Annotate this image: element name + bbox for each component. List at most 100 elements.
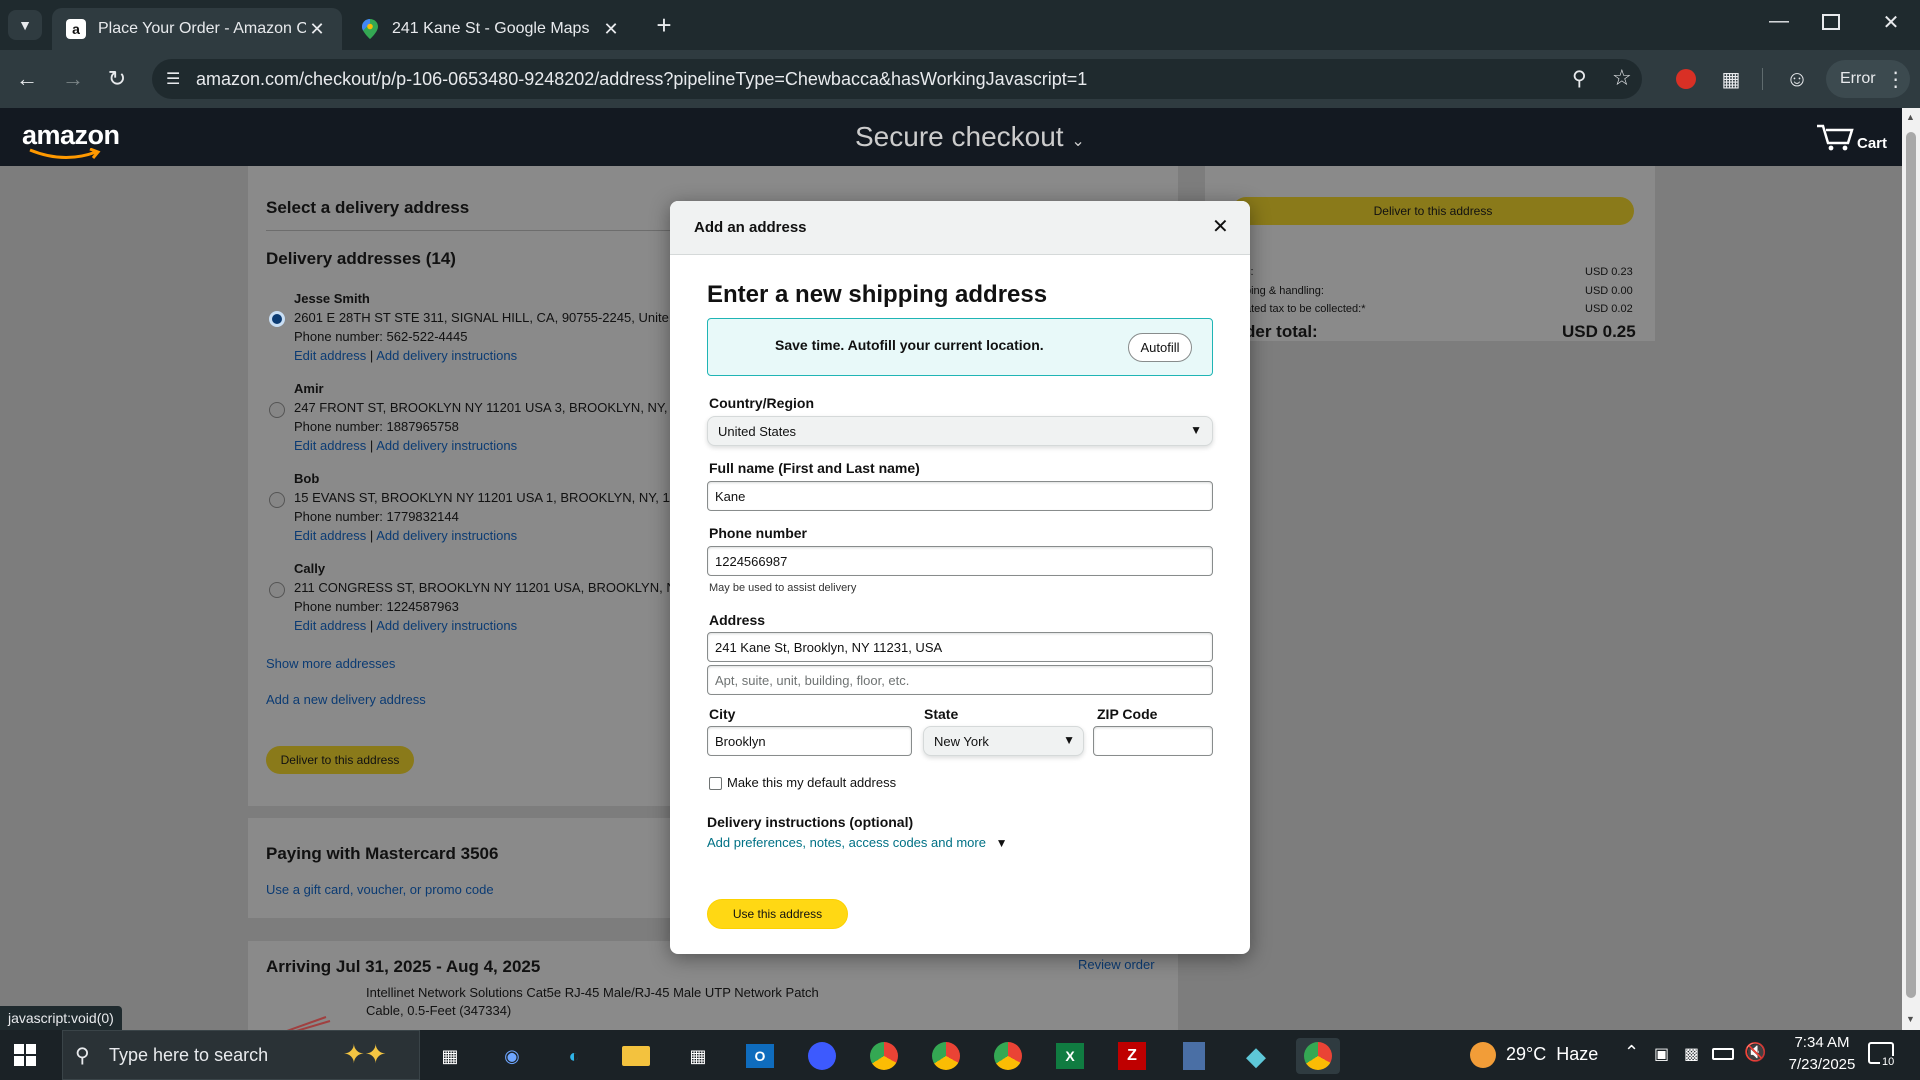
scroll-up-arrow-icon[interactable]: ▲ (1906, 112, 1915, 122)
display-icon[interactable]: ▩ (1684, 1044, 1699, 1064)
profile-error-button[interactable]: Error ⋮ (1826, 60, 1910, 98)
address-line: 211 CONGRESS ST, BROOKLYN NY 11201 USA, … (294, 580, 687, 595)
close-tab-icon[interactable]: ✕ (600, 19, 622, 40)
address-line1-input[interactable]: 241 Kane St, Brooklyn, NY 11231, USA (707, 632, 1213, 662)
address-phone: Phone number: 1779832144 (294, 509, 459, 524)
close-tab-icon[interactable]: ✕ (306, 19, 328, 40)
scroll-down-arrow-icon[interactable]: ▼ (1906, 1014, 1915, 1024)
cart-link[interactable]: Cart (1815, 122, 1887, 152)
clock-time[interactable]: 7:34 AM (1782, 1034, 1862, 1051)
review-order-link[interactable]: Review order (1078, 957, 1155, 972)
default-address-checkbox[interactable] (709, 777, 722, 790)
phone-input[interactable]: 1224566987 (707, 546, 1213, 576)
outlook-icon[interactable]: O (738, 1038, 782, 1074)
task-view-icon[interactable]: ▦ (428, 1038, 472, 1074)
microsoft-store-icon[interactable]: ▦ (676, 1038, 720, 1074)
edit-address-link[interactable]: Edit address (294, 348, 366, 363)
gift-card-link[interactable]: Use a gift card, voucher, or promo code (266, 882, 494, 897)
address-name: Bob (294, 471, 320, 486)
copilot-app-icon[interactable]: ◉ (490, 1038, 534, 1074)
battery-icon[interactable] (1712, 1048, 1734, 1060)
add-delivery-instructions-link[interactable]: Add delivery instructions (376, 348, 517, 363)
volume-muted-icon[interactable]: 🔇 (1744, 1042, 1766, 1063)
scrollbar-thumb[interactable] (1906, 132, 1916, 998)
use-this-address-button[interactable]: Use this address (707, 899, 848, 929)
kebab-menu-icon[interactable]: ⋮ (1886, 67, 1906, 92)
add-delivery-instructions-link[interactable]: Add delivery instructions (376, 618, 517, 633)
calculator-icon[interactable] (1172, 1038, 1216, 1074)
extensions-puzzle-icon[interactable]: ▦ (1716, 64, 1746, 94)
extension-red-icon[interactable] (1676, 69, 1696, 89)
product-title[interactable]: Intellinet Network Solutions Cat5e RJ-45… (366, 985, 819, 1000)
state-select[interactable]: New York ▼ (923, 726, 1084, 756)
address-phone: Phone number: 1887965758 (294, 419, 459, 434)
address-bar[interactable]: ☰ amazon.com/checkout/p/p-106-0653480-92… (152, 59, 1642, 99)
country-select[interactable]: United States ▼ (707, 416, 1213, 446)
tab-google-maps[interactable]: 241 Kane St - Google Maps ✕ (346, 8, 636, 50)
tab-search-button[interactable]: ▼ (8, 10, 42, 40)
zoom-icon[interactable]: ⚲ (1572, 66, 1587, 91)
radio-selected[interactable] (269, 311, 285, 327)
site-info-icon[interactable]: ☰ (166, 69, 180, 89)
restore-window-icon[interactable] (1822, 14, 1840, 30)
app-diamond-icon[interactable]: ◆ (1234, 1038, 1278, 1074)
summary-deliver-button[interactable]: Deliver to this address (1232, 197, 1634, 225)
tab-amazon-checkout[interactable]: a Place Your Order - Amazon Che ✕ (52, 8, 342, 50)
shipment-card: Arriving Jul 31, 2025 - Aug 4, 2025 Revi… (248, 941, 1178, 1030)
default-address-label[interactable]: Make this my default address (727, 775, 896, 790)
addresses-heading: Delivery addresses (14) (266, 249, 456, 268)
clock-date[interactable]: 7/23/2025 (1774, 1056, 1870, 1073)
amazon-logo[interactable]: amazon (22, 120, 120, 160)
edit-address-link[interactable]: Edit address (294, 438, 366, 453)
file-explorer-icon[interactable] (614, 1038, 658, 1074)
filezilla-icon[interactable]: Z (1110, 1038, 1154, 1074)
deliver-to-address-button[interactable]: Deliver to this address (266, 746, 414, 774)
page-scrollbar[interactable]: ▲ ▼ (1902, 108, 1920, 1030)
back-arrow-icon[interactable]: ← (12, 64, 42, 94)
cart-label: Cart (1857, 135, 1888, 152)
excel-icon[interactable]: X (1048, 1038, 1092, 1074)
windows-start-icon[interactable] (14, 1044, 36, 1066)
product-title[interactable]: Cable, 0.5-Feet (347334) (366, 1003, 511, 1018)
city-input[interactable]: Brooklyn (707, 726, 912, 756)
bookmark-star-icon[interactable]: ☆ (1612, 65, 1632, 91)
close-modal-icon[interactable]: ✕ (1212, 214, 1229, 239)
minimize-window-icon[interactable]: — (1764, 10, 1794, 38)
zip-input[interactable] (1093, 726, 1213, 756)
radio-unselected[interactable] (269, 402, 285, 418)
order-summary-card: Deliver to this address s: USD 0.23 ping… (1205, 166, 1655, 341)
new-tab-button[interactable]: + (650, 12, 678, 40)
show-hidden-icons-chevron-icon[interactable]: ⌃ (1624, 1042, 1639, 1063)
amazon-smile-icon (29, 148, 101, 160)
profile-icon[interactable]: ☺ (1782, 64, 1812, 94)
network-icon[interactable]: ▣ (1654, 1044, 1669, 1064)
autofill-button[interactable]: Autofill (1128, 333, 1192, 362)
reload-icon[interactable]: ↻ (102, 64, 132, 94)
taskbar-search-box[interactable]: ⚲ Type here to search ✦✦ (62, 1030, 420, 1080)
add-delivery-instructions-link[interactable]: Add delivery instructions (376, 438, 517, 453)
radio-unselected[interactable] (269, 582, 285, 598)
chrome-active-icon[interactable] (1296, 1038, 1340, 1074)
add-new-address-link[interactable]: Add a new delivery address (266, 692, 426, 707)
chrome-icon[interactable] (986, 1038, 1030, 1074)
full-name-input[interactable]: Kane (707, 481, 1213, 511)
secure-checkout-title[interactable]: Secure checkout ⌄ (855, 121, 1085, 153)
teams-icon[interactable] (800, 1038, 844, 1074)
weather-text[interactable]: 29°C Haze (1506, 1044, 1598, 1065)
edge-browser-icon[interactable]: ◐ (552, 1038, 596, 1074)
add-delivery-instructions-link[interactable]: Add delivery instructions (376, 528, 517, 543)
chrome-icon[interactable] (862, 1038, 906, 1074)
address-line2-input[interactable]: Apt, suite, unit, building, floor, etc. (707, 665, 1213, 695)
delivery-instructions-link[interactable]: Add preferences, notes, access codes and… (707, 835, 1007, 850)
chrome-profile-icon[interactable] (924, 1038, 968, 1074)
full-name-label: Full name (First and Last name) (709, 460, 920, 476)
show-more-addresses-link[interactable]: Show more addresses (266, 656, 395, 671)
edit-address-link[interactable]: Edit address (294, 528, 366, 543)
cart-icon (1817, 124, 1854, 151)
windows-taskbar: ⚲ Type here to search ✦✦ ▦ ◉ ◐ ▦ O X Z ◆… (0, 1030, 1920, 1080)
weather-icon[interactable] (1470, 1042, 1496, 1068)
radio-unselected[interactable] (269, 492, 285, 508)
close-window-icon[interactable]: ✕ (1876, 10, 1906, 38)
forward-arrow-icon[interactable]: → (58, 64, 88, 94)
edit-address-link[interactable]: Edit address (294, 618, 366, 633)
